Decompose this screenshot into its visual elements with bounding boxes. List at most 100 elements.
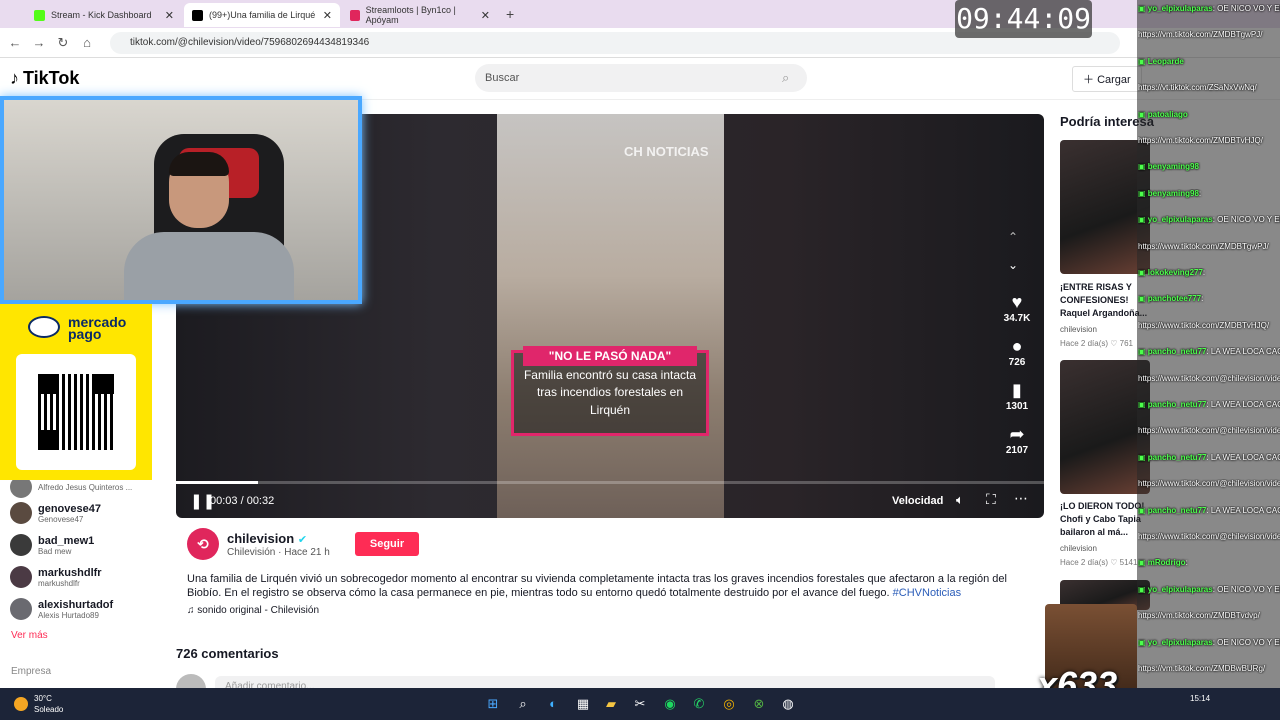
spotify-icon[interactable]: ◉ (660, 694, 680, 714)
chat-message: https://www.tiktok.com/ZMDBTgwPJ/ (1138, 242, 1280, 252)
back-icon[interactable]: ← (6, 34, 24, 52)
related-author[interactable]: chilevision (1060, 544, 1097, 553)
forward-icon[interactable]: → (30, 34, 48, 52)
xbox-icon[interactable]: ⊗ (749, 694, 769, 714)
following-handle: markushdlfr (38, 578, 80, 588)
company-link[interactable]: Empresa (11, 666, 51, 677)
chat-text: : LA WEA LOCA CACHA (1206, 505, 1280, 515)
chat-message: ▣ pancho_netu77: LA WEA LOCA CACHA (1138, 506, 1280, 516)
following-item[interactable]: markushdlfr markushdlfr (10, 562, 102, 592)
save-button[interactable]: ▮ 1301 (1002, 380, 1032, 412)
chat-username: ▣ pancho_netu77 (1138, 452, 1207, 462)
chevron-down-icon[interactable]: ⌄ (1008, 258, 1018, 272)
tab-label: Streamloots | Byn1co | Apóyam (365, 5, 456, 25)
store-icon[interactable]: ▦ (573, 694, 593, 714)
folder-icon[interactable]: ▰ (601, 694, 621, 714)
author-subtitle: Chilevisión · Hace 21 h (227, 547, 330, 558)
tab-streamloots[interactable]: Streamloots | Byn1co | Apóyam ✕ (342, 3, 498, 27)
close-icon[interactable]: ✕ (481, 9, 490, 22)
volume-icon[interactable]: 🔈︎ (956, 492, 964, 508)
tiktok-header: ♪ TikTok Buscar ⌕ ＋ Cargar (0, 58, 1280, 100)
tab-kick-dashboard[interactable]: Stream - Kick Dashboard ✕ (26, 3, 182, 27)
avatar (10, 566, 32, 588)
description-text: Una familia de Lirquén vivió un sobrecog… (187, 573, 1007, 599)
webcam-overlay (0, 96, 362, 304)
following-item[interactable]: alexishurtadof Alexis Hurtado89 (10, 594, 113, 624)
chat-message: ▣ pancho_netu77: LA WEA LOCA CACHA (1138, 400, 1280, 410)
speed-button[interactable]: Velocidad (892, 495, 943, 507)
like-button[interactable]: ♥ 34.7K (1002, 292, 1032, 324)
chat-text: : (1202, 268, 1206, 277)
chat-username: ▣ Leoparde (1138, 56, 1184, 66)
verified-icon: ✔ (297, 534, 308, 546)
avatar (10, 502, 32, 524)
comment-button[interactable]: ● 726 (1002, 336, 1032, 368)
video-progress-bar[interactable] (176, 481, 1044, 484)
chat-username: ▣ benyaming98 (1138, 188, 1199, 198)
share-button[interactable]: ➦ 2107 (1002, 424, 1032, 456)
following-name: alexishurtadof (38, 598, 114, 611)
following-handle: Alexis Hurtado89 (38, 610, 99, 620)
edge-icon[interactable]: ◐ (543, 694, 563, 714)
chat-message: ▣ benyaming98: (1138, 189, 1280, 199)
reload-icon[interactable]: ↻ (54, 34, 72, 52)
search-input[interactable]: Buscar (475, 64, 807, 92)
comments-title: 726 comentarios (176, 646, 279, 661)
tab-tiktok-video[interactable]: (99+)Una familia de Lirqué ✕ (184, 3, 340, 27)
chat-message: https://www.tiktok.com/@chilevision/vide… (1138, 479, 1280, 489)
chevron-up-icon[interactable]: ⌃ (1008, 230, 1018, 244)
sound-link[interactable]: ♫ sonido original - Chilevisión (187, 605, 319, 616)
more-options-icon[interactable]: ⋯ (1014, 490, 1028, 507)
related-author[interactable]: chilevision (1060, 325, 1097, 334)
video-caption-text: Familia encontró su casa intacta tras in… (523, 368, 697, 417)
chat-message: https://vm.tiktok.com/ZMDBwBURg/ (1138, 664, 1280, 674)
close-icon[interactable]: ✕ (165, 9, 174, 22)
tiktok-logo[interactable]: ♪ TikTok (10, 68, 79, 89)
app-icon[interactable]: ◍ (778, 694, 798, 714)
author-name[interactable]: chilevision ✔ (227, 531, 307, 546)
chat-message: ▣ yo_elpixulaparas: OE NICO VO Y EL GOTT… (1138, 4, 1280, 14)
chat-text: https://www.tiktok.com/@chilevision/vide… (1138, 373, 1280, 383)
home-icon[interactable]: ⌂ (78, 34, 96, 52)
fullscreen-icon[interactable]: ⛶ (986, 491, 996, 508)
weather-widget[interactable]: 30°C Soleado (14, 693, 63, 715)
chat-username: ▣ lokokeving277 (1138, 268, 1203, 277)
following-name: genovese47 (38, 502, 101, 515)
following-item[interactable]: genovese47 Genovese47 (10, 498, 101, 528)
video-watermark: CH NOTICIAS (624, 144, 709, 159)
chat-username: ▣ yo_elpixulaparas (1138, 584, 1213, 594)
chat-text: : (1201, 294, 1204, 304)
search-icon[interactable]: ⌕ (782, 70, 789, 86)
chat-text: https://www.tiktok.com/@chilevision/vide… (1138, 479, 1280, 489)
chat-text: https://www.tiktok.com/ZMDBTvHJQ/ (1138, 320, 1270, 330)
start-icon[interactable]: ⊞ (483, 694, 503, 714)
whatsapp-icon[interactable]: ✆ (689, 694, 709, 714)
follow-button[interactable]: Seguir (355, 532, 419, 556)
save-count: 1301 (1005, 401, 1029, 412)
chat-username: ▣ benyaming98 (1138, 162, 1199, 172)
author-avatar[interactable]: ⟲ (187, 528, 219, 560)
search-icon[interactable]: ⌕ (513, 694, 533, 714)
chat-text: https://vm.tiktok.com/ZMDBTgwPJ/ (1138, 30, 1263, 40)
new-tab-button[interactable]: + (506, 6, 514, 22)
chat-text: https://vm.tiktok.com/ZMDBTvHJQ/ (1138, 136, 1263, 145)
snip-icon[interactable]: ✂ (630, 694, 650, 714)
chat-text: : LA WEA LOCA CACHA (1206, 400, 1280, 409)
tiktok-note-icon: ♪ (10, 68, 19, 88)
upload-button[interactable]: ＋ Cargar (1072, 66, 1142, 92)
chat-text: : OE NICO VO Y EL GOTTI (1212, 4, 1280, 13)
chat-text: https://vm.tiktok.com/ZMDBTvdvp/ (1138, 611, 1260, 621)
hashtag-link[interactable]: #CHVNoticias (893, 587, 961, 599)
sun-icon (14, 697, 28, 711)
chrome-icon[interactable]: ◎ (719, 694, 739, 714)
close-icon[interactable]: ✕ (323, 9, 332, 22)
chat-text: : (1198, 188, 1202, 198)
see-more-link[interactable]: Ver más (11, 630, 48, 641)
qr-code (38, 374, 114, 450)
chat-message: ▣ panchotee777: (1138, 294, 1280, 304)
stream-clock: 09:44:09 (955, 0, 1092, 38)
following-item[interactable]: bad_mew1 Bad mew (10, 530, 94, 560)
chat-username: ▣ pancho_netu77 (1138, 505, 1207, 515)
chat-text: : OE NICO VO Y EL GOTTI (1212, 215, 1280, 225)
chat-message: https://www.tiktok.com/ZMDBTvHJQ/ (1138, 321, 1280, 331)
